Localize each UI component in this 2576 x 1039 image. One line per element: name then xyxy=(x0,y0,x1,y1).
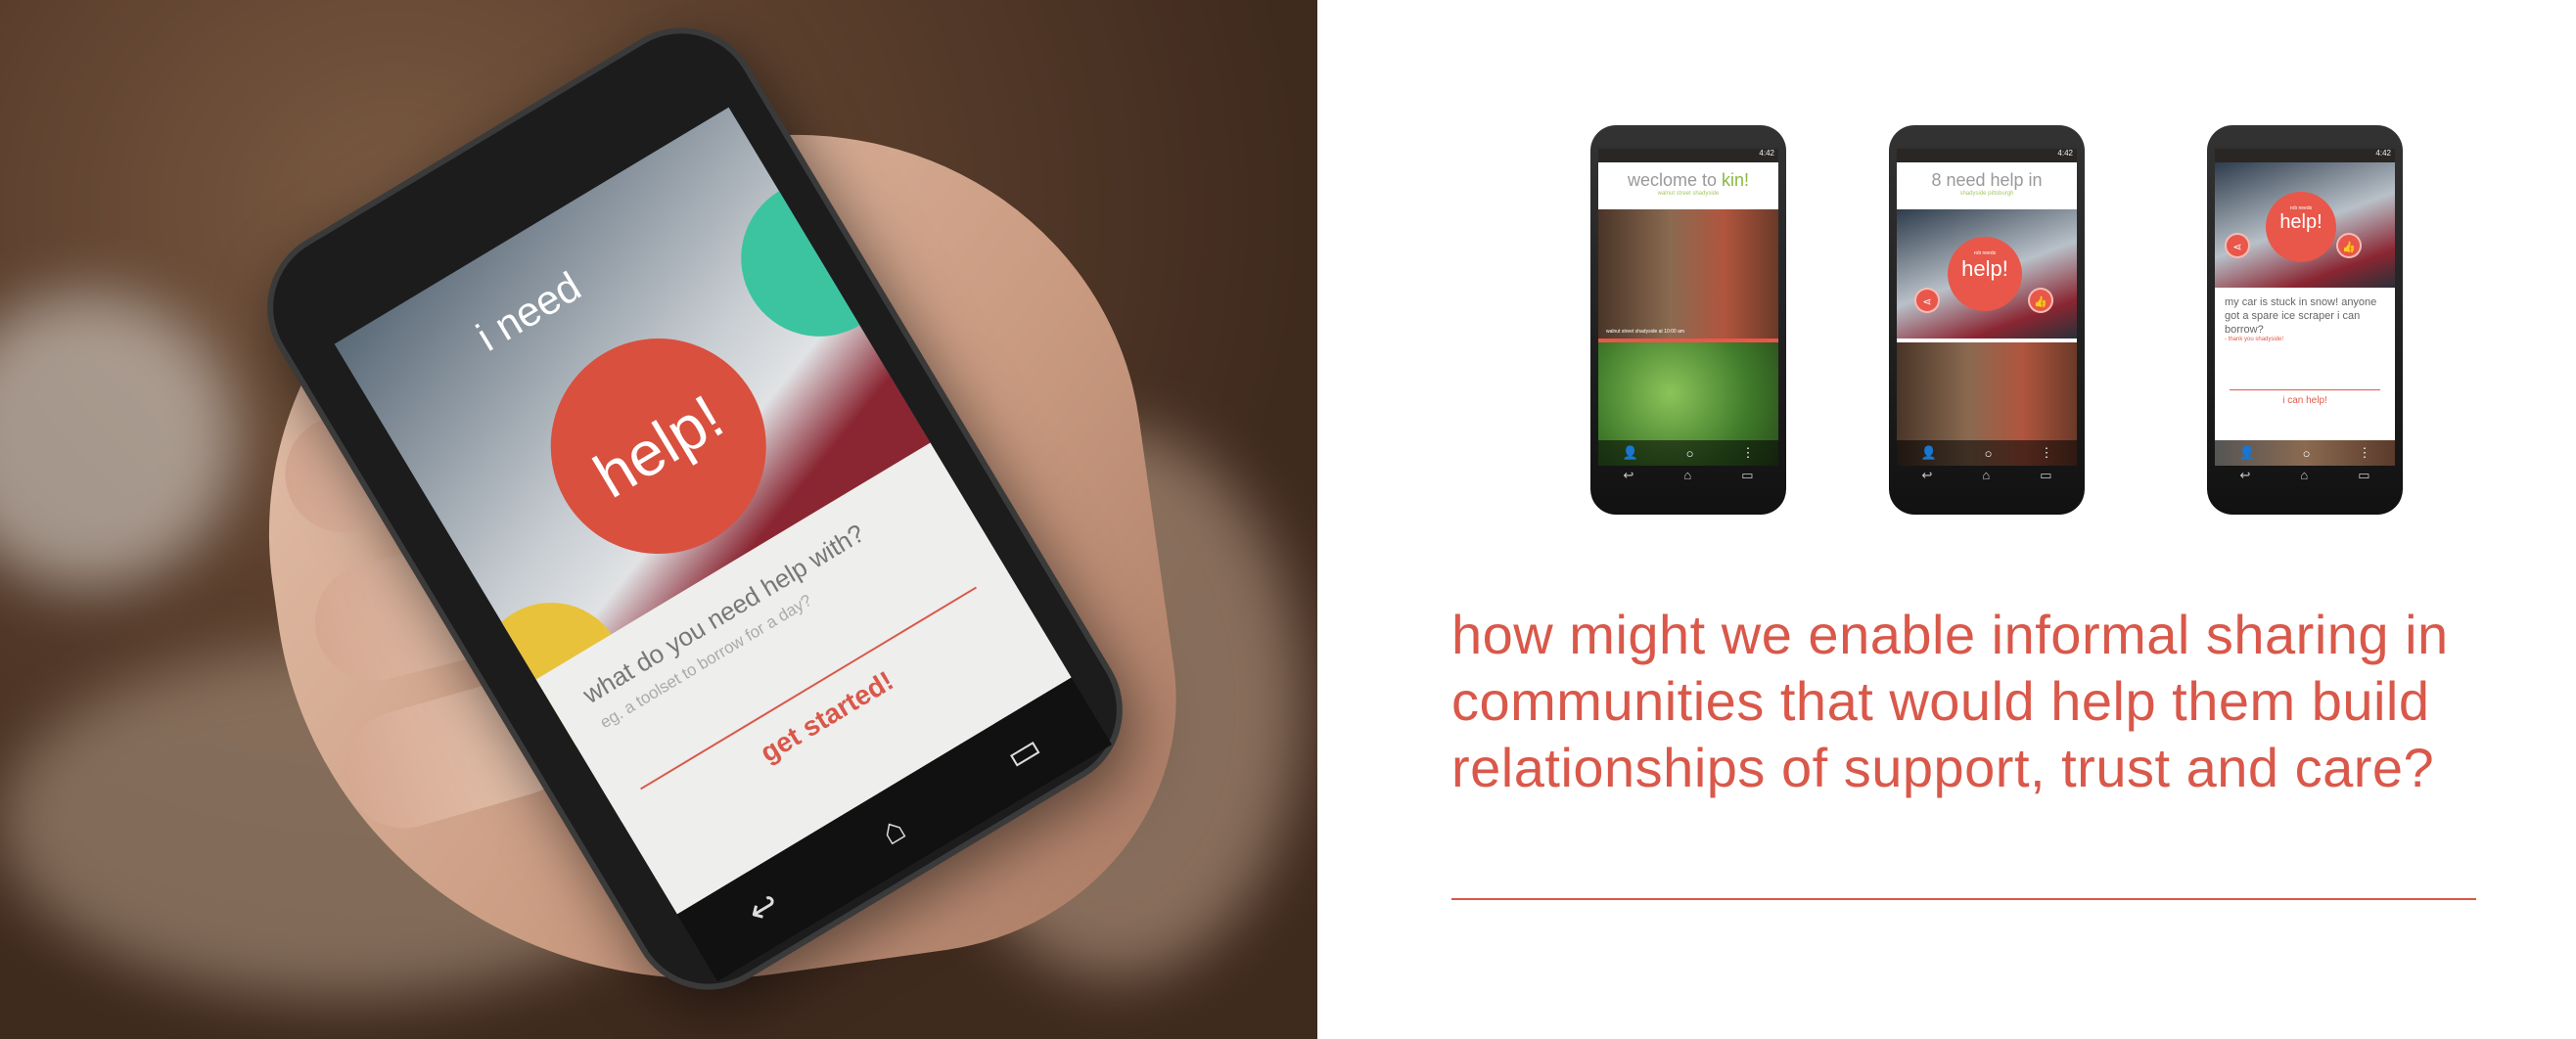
feed-title: 8 need help in xyxy=(1931,170,2043,190)
headline-divider xyxy=(1451,898,2476,900)
profile-icon[interactable]: 👤 xyxy=(2238,445,2254,461)
circle-icon[interactable]: ○ xyxy=(1985,446,1993,461)
phone-mockup-feed: 4:42 8 need help in shadyside pittsburgh… xyxy=(1889,125,2085,515)
more-icon[interactable]: ⋮ xyxy=(2041,445,2053,461)
profile-icon[interactable]: 👤 xyxy=(1622,445,1637,461)
thumbs-up-icon[interactable]: 👍 xyxy=(2336,233,2362,258)
thumbs-up-icon[interactable]: 👍 xyxy=(2028,288,2053,313)
circle-icon[interactable]: ○ xyxy=(1686,446,1694,461)
recents-icon[interactable]: ▭ xyxy=(1741,468,1753,489)
welcome-header: weclome to kin! walnut street shadyside xyxy=(1598,162,1778,209)
request-message: my car is stuck in snow! anyone got a sp… xyxy=(2225,296,2377,336)
background-blur xyxy=(0,294,235,587)
brand-name: kin! xyxy=(1722,170,1750,190)
headline: how might we enable informal sharing in … xyxy=(1451,604,2449,798)
back-icon[interactable]: ↩ xyxy=(2239,468,2250,489)
share-icon[interactable]: ⋖ xyxy=(2225,233,2250,258)
welcome-title: weclome to xyxy=(1627,170,1723,190)
home-icon[interactable]: ⌂ xyxy=(1982,468,1990,489)
snowy-car-image[interactable]: rob needs help! ⋖ 👍 xyxy=(1897,209,2077,339)
status-bar: 4:42 xyxy=(1897,149,2077,162)
more-icon[interactable]: ⋮ xyxy=(2359,445,2371,461)
location-subtitle: walnut street shadyside xyxy=(1657,191,1720,197)
feed-header: 8 need help in shadyside pittsburgh xyxy=(1897,162,2077,209)
snowy-car-image[interactable]: rob needs help! ⋖ 👍 xyxy=(2215,162,2395,288)
divider xyxy=(2230,389,2380,390)
hero-photo: i need help! what do you need help with?… xyxy=(0,0,1317,1039)
home-icon[interactable]: ⌂ xyxy=(873,807,912,853)
share-icon[interactable]: ⋖ xyxy=(1914,288,1940,313)
phone-mockup-welcome: 4:42 weclome to kin! walnut street shady… xyxy=(1590,125,1786,515)
circle-icon[interactable]: ○ xyxy=(2303,446,2311,461)
home-icon[interactable]: ⌂ xyxy=(1683,468,1691,489)
back-icon[interactable]: ↩ xyxy=(1623,468,1633,489)
help-bubble[interactable]: rob needs help! xyxy=(2266,192,2336,262)
location-subtitle: shadyside pittsburgh xyxy=(1959,191,2014,197)
back-icon[interactable]: ↩ xyxy=(1921,468,1932,489)
thanks-note: - thank you shadyside! xyxy=(2225,337,2284,342)
back-icon[interactable]: ↩ xyxy=(741,882,787,933)
recents-icon[interactable]: ▭ xyxy=(2358,468,2369,489)
post-caption: walnut street shadyside at 10:00 am xyxy=(1606,329,1685,335)
profile-icon[interactable]: 👤 xyxy=(1920,445,1936,461)
status-bar: 4:42 xyxy=(1598,149,1778,162)
status-bar: 4:42 xyxy=(2215,149,2395,162)
more-icon[interactable]: ⋮ xyxy=(1742,445,1755,461)
recents-icon[interactable]: ▭ xyxy=(2040,468,2051,489)
i-can-help-button[interactable]: i can help! xyxy=(2215,395,2395,406)
bubble-label: help! xyxy=(2279,211,2323,233)
bubble-label: help! xyxy=(1961,256,2008,281)
cafe-image[interactable]: walnut street shadyside at 10:00 am xyxy=(1598,209,1778,339)
phone-mockup-request: 4:42 rob needs help! ⋖ 👍 my car is stuck… xyxy=(2207,125,2403,515)
home-icon[interactable]: ⌂ xyxy=(2300,468,2308,489)
help-bubble[interactable]: rob needs help! xyxy=(1948,237,2022,311)
recents-icon[interactable]: ▭ xyxy=(999,726,1049,779)
